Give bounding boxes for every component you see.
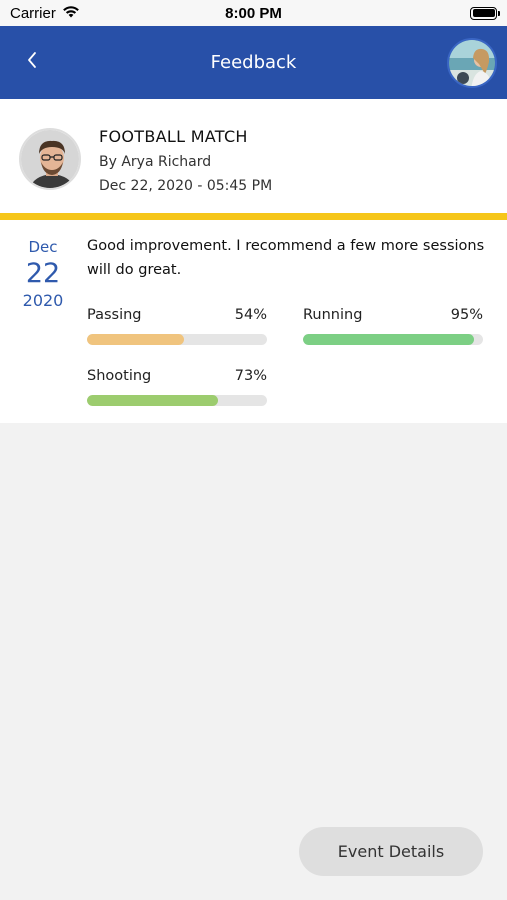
app-header: Feedback bbox=[0, 26, 507, 99]
skill-shooting: Shooting 73% bbox=[87, 366, 267, 406]
event-author: By Arya Richard bbox=[99, 154, 212, 170]
date-month: Dec bbox=[28, 238, 58, 256]
skill-percent: 73% bbox=[234, 368, 267, 384]
skill-progress-fill bbox=[87, 395, 219, 406]
back-button[interactable] bbox=[18, 48, 46, 76]
status-bar: Carrier 8:00 PM bbox=[0, 0, 507, 26]
skill-progress-fill bbox=[303, 334, 474, 345]
skill-running: Running 95% bbox=[303, 305, 483, 345]
page-title: Feedback bbox=[210, 52, 297, 73]
feedback-card: Dec 22 2020 Good improvement. I recommen… bbox=[0, 220, 507, 423]
profile-avatar[interactable] bbox=[447, 38, 497, 88]
skill-percent: 95% bbox=[450, 307, 483, 323]
date-day: 22 bbox=[25, 258, 61, 289]
skill-progress-bar bbox=[87, 334, 267, 345]
chevron-left-icon bbox=[26, 51, 38, 73]
event-card: FOOTBALL MATCH By Arya Richard Dec 22, 2… bbox=[0, 99, 507, 213]
feedback-comment: Good improvement. I recommend a few more… bbox=[87, 238, 485, 278]
skill-progress-bar bbox=[303, 334, 483, 345]
event-details-button[interactable]: Event Details bbox=[299, 827, 483, 876]
wifi-icon bbox=[62, 5, 80, 22]
carrier-label: Carrier bbox=[10, 4, 56, 22]
skill-label: Shooting bbox=[87, 368, 152, 384]
coach-avatar bbox=[19, 128, 81, 190]
skill-progress-fill bbox=[87, 334, 185, 345]
skill-percent: 54% bbox=[234, 307, 267, 323]
status-left: Carrier bbox=[10, 5, 80, 22]
battery-icon bbox=[470, 6, 500, 20]
feedback-date: Dec 22 2020 bbox=[14, 236, 72, 312]
skill-progress-bar bbox=[87, 395, 267, 406]
accent-divider bbox=[0, 213, 507, 220]
date-year: 2020 bbox=[22, 291, 64, 310]
skill-label: Passing bbox=[87, 307, 142, 323]
skill-label: Running bbox=[303, 307, 363, 323]
skill-passing: Passing 54% bbox=[87, 305, 267, 345]
event-datetime: Dec 22, 2020 - 05:45 PM bbox=[99, 178, 273, 194]
event-title: FOOTBALL MATCH bbox=[99, 127, 248, 146]
